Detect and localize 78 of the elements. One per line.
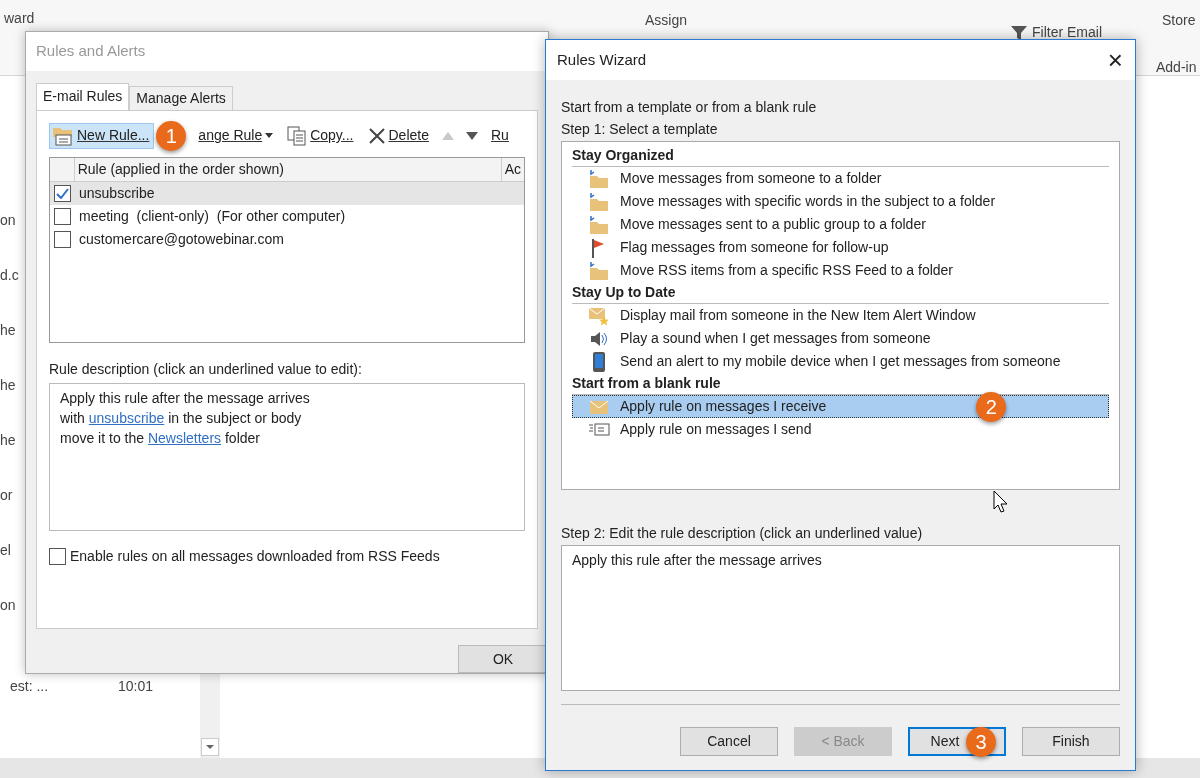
rule-row[interactable]: customercare@gotowebinar.com bbox=[50, 227, 524, 251]
rule-row[interactable]: unsubscribe bbox=[50, 181, 524, 205]
wizard-button[interactable]: Next 3 bbox=[908, 727, 1006, 756]
rule-name: meeting (client-only) (For other computer) bbox=[79, 206, 346, 226]
folder-icon bbox=[588, 260, 610, 281]
folder-icon bbox=[588, 191, 610, 212]
window-title: Rules Wizard bbox=[557, 49, 647, 70]
list-text-fragment: he bbox=[0, 431, 17, 450]
list-text-fragment: he bbox=[0, 321, 17, 340]
step-label: Step 1: Select a template bbox=[561, 120, 719, 139]
step-number-badge: 3 bbox=[966, 727, 996, 757]
step-number-badge: 2 bbox=[976, 391, 1007, 422]
ok-button[interactable]: OK bbox=[458, 645, 548, 673]
toolbar-button[interactable]: Delete bbox=[365, 122, 431, 149]
list-text-fragment: el bbox=[0, 541, 12, 560]
folder-icon bbox=[588, 214, 610, 235]
message-time: 10:01 bbox=[118, 677, 154, 696]
folder-envelope-icon bbox=[52, 125, 74, 146]
checkbox[interactable] bbox=[49, 547, 66, 565]
list-text-fragment: on bbox=[0, 596, 17, 615]
intro-text: Start from a template or from a blank rule bbox=[561, 98, 818, 117]
copy-icon bbox=[287, 125, 308, 146]
envelope-star-icon bbox=[588, 305, 610, 326]
rule-name: customercare@gotowebinar.com bbox=[79, 229, 284, 249]
ribbon-label[interactable]: ward bbox=[4, 8, 35, 29]
filter-icon bbox=[1010, 23, 1028, 42]
checkbox[interactable] bbox=[54, 207, 71, 225]
list-text-fragment: d.c bbox=[0, 266, 20, 285]
list-text-fragment: on bbox=[0, 211, 17, 230]
ribbon-label[interactable]: Filter Email bbox=[1032, 22, 1102, 43]
template-item[interactable]: Move messages with specific words in the subject to a folder bbox=[572, 190, 1109, 213]
description-line: Apply this rule after the message arrives bbox=[60, 388, 311, 408]
toolbar-button[interactable]: Copy... bbox=[285, 122, 356, 149]
rule-name: unsubscribe bbox=[79, 183, 155, 203]
template-item[interactable]: Move messages from someone to a folder bbox=[572, 167, 1109, 190]
step-number-badge: 1 bbox=[156, 120, 187, 151]
checkbox[interactable] bbox=[54, 230, 71, 248]
dropdown-caret-icon bbox=[265, 133, 274, 139]
list-text-fragment: or bbox=[0, 486, 14, 505]
group-heading: Stay Organized bbox=[572, 145, 1109, 167]
template-item[interactable]: Play a sound when I get messages from someone bbox=[572, 327, 1109, 350]
description-label: Rule description (click an underlined value to edit): bbox=[49, 359, 363, 379]
checkbox[interactable] bbox=[54, 184, 71, 202]
window-title: Rules and Alerts bbox=[36, 41, 146, 62]
column-header[interactable]: Ac bbox=[501, 157, 524, 181]
description-line: with unsubscribe in the subject or body bbox=[60, 408, 303, 428]
scroll-down-icon[interactable] bbox=[201, 738, 219, 756]
description-line: Apply this rule after the message arrives bbox=[572, 552, 822, 568]
rule-row[interactable]: meeting (client-only) (For other computer) bbox=[50, 204, 524, 228]
description-line: move it to the Newsletters folder bbox=[60, 428, 261, 448]
wizard-button[interactable]: Finish bbox=[1022, 727, 1120, 756]
message-subject: est: ... bbox=[10, 677, 49, 696]
step-label: Step 2: Edit the rule description (click an underlined value) bbox=[561, 524, 924, 543]
list-text-fragment: he bbox=[0, 376, 17, 395]
ribbon-label[interactable]: Store bbox=[1162, 10, 1196, 31]
tab[interactable]: E-mail Rules bbox=[36, 82, 130, 111]
checkbox-label: Enable rules on all messages downloaded from RSS Feeds bbox=[70, 546, 440, 566]
folder-icon bbox=[588, 168, 610, 189]
template-item[interactable]: Move RSS items from a specific RSS Feed to a folder bbox=[572, 259, 1109, 282]
ribbon-label[interactable]: Assign bbox=[645, 10, 688, 31]
value-link[interactable]: Newsletters bbox=[147, 429, 222, 446]
toolbar-button[interactable]: ange Rule bbox=[196, 122, 276, 149]
ribbon-label[interactable]: Add-in bbox=[1156, 57, 1197, 78]
wizard-button[interactable]: Cancel bbox=[680, 727, 778, 756]
checkmark-icon bbox=[56, 187, 69, 199]
template-item[interactable]: Move messages sent to a public group to a folder bbox=[572, 213, 1109, 236]
tab[interactable]: Manage Alerts bbox=[129, 85, 233, 111]
toolbar-button[interactable]: New Rule... bbox=[49, 122, 155, 149]
column-header[interactable]: Rule (applied in the order shown) bbox=[74, 157, 502, 181]
toolbar-button[interactable]: Ru bbox=[488, 122, 511, 149]
template-item[interactable]: Flag messages from someone for follow-up bbox=[572, 236, 1109, 259]
close-button[interactable]: × bbox=[1107, 47, 1123, 73]
delete-icon bbox=[367, 126, 386, 145]
move-down-icon[interactable] bbox=[464, 130, 479, 141]
template-item[interactable]: Display mail from someone in the New Item Alert Window bbox=[572, 304, 1109, 327]
template-item[interactable]: Send an alert to my mobile device when I get messages from someone bbox=[572, 350, 1109, 373]
value-link[interactable]: unsubscribe bbox=[88, 409, 165, 426]
group-heading: Stay Up to Date bbox=[572, 282, 1109, 304]
